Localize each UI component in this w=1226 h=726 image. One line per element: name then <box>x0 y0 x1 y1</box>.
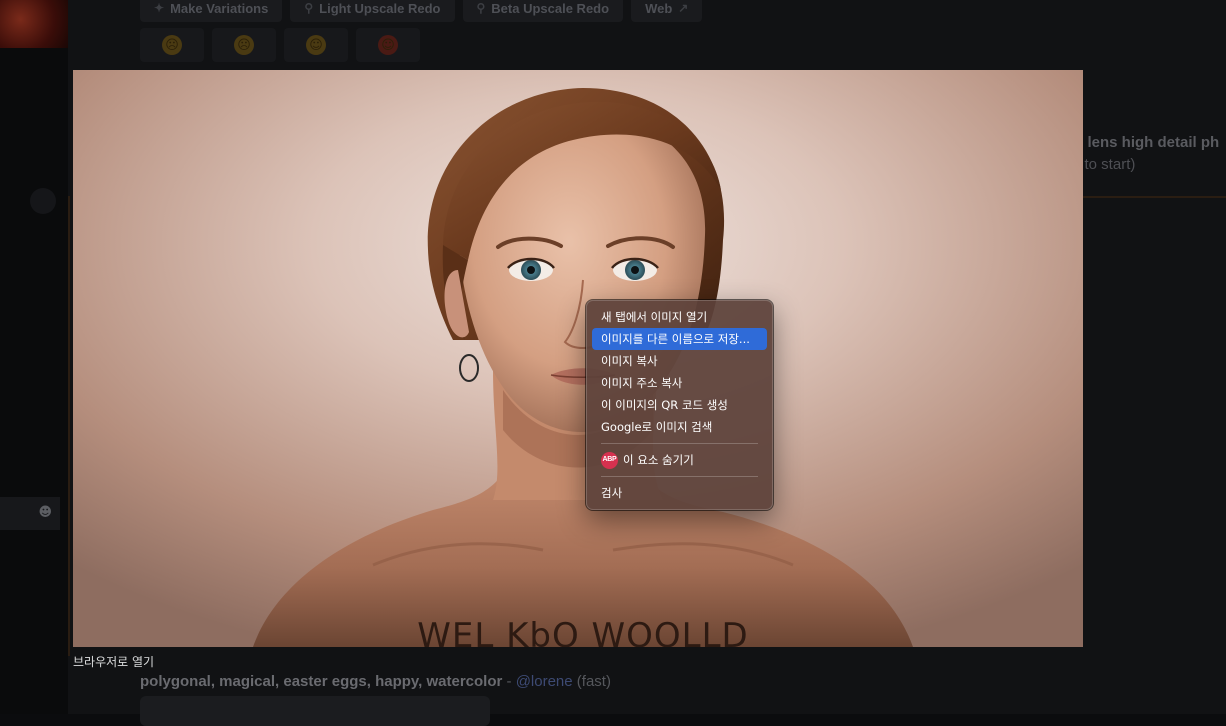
magnifier-icon: ⚲ <box>304 1 314 15</box>
reaction-button-smile[interactable]: ☺ <box>284 28 348 62</box>
menu-item-copy-image[interactable]: 이미지 복사 <box>592 350 767 372</box>
make-variations-label: Make Variations <box>170 0 269 16</box>
menu-item-search-google-image[interactable]: Google로 이미지 검색 <box>592 416 767 438</box>
neutral-face-icon: ☹ <box>234 35 254 55</box>
menu-item-open-image-new-tab[interactable]: 새 탭에서 이미지 열기 <box>592 306 767 328</box>
menu-item-hide-element[interactable]: ABP 이 요소 숨기기 <box>592 449 767 471</box>
reaction-button-love[interactable]: ☺ <box>356 28 420 62</box>
left-rail: ☻ <box>0 0 68 714</box>
web-label: Web <box>645 0 673 16</box>
prompt-separator: - <box>502 673 516 690</box>
menu-item-copy-image-address[interactable]: 이미지 주소 복사 <box>592 372 767 394</box>
light-upscale-redo-label: Light Upscale Redo <box>319 0 441 16</box>
reaction-button-row: ☹ ☹ ☺ ☺ <box>140 28 420 62</box>
context-menu: 새 탭에서 이미지 열기 이미지를 다른 이름으로 저장... 이미지 복사 이… <box>585 299 774 511</box>
user-mention-link[interactable]: @lorene <box>516 673 573 690</box>
message-prompt-line: polygonal, magical, easter eggs, happy, … <box>140 673 611 690</box>
external-link-icon: ↗ <box>678 1 689 15</box>
menu-item-inspect[interactable]: 검사 <box>592 482 767 504</box>
make-variations-button[interactable]: ✦ Make Variations <box>140 0 283 22</box>
heart-eyes-face-icon: ☺ <box>378 35 398 55</box>
divider-line <box>1083 196 1226 198</box>
frown-face-icon: ☹ <box>162 35 182 55</box>
menu-separator <box>601 443 758 444</box>
add-person-icon: ☻ <box>38 505 52 520</box>
web-button[interactable]: Web ↗ <box>631 0 703 22</box>
menu-item-label: 이 이미지의 QR 코드 생성 <box>601 398 728 412</box>
magic-wand-icon: ✦ <box>154 1 165 15</box>
portrait-image <box>73 70 1083 647</box>
beta-upscale-redo-label: Beta Upscale Redo <box>491 0 610 16</box>
beta-upscale-redo-button[interactable]: ⚲ Beta Upscale Redo <box>462 0 624 22</box>
smile-face-icon: ☺ <box>306 35 326 55</box>
adblock-plus-icon: ABP <box>601 451 618 469</box>
menu-item-label: 검사 <box>601 486 623 500</box>
rail-avatar <box>30 188 56 214</box>
partial-prompt-text: m lens high detail ph <box>1070 134 1220 151</box>
reaction-button-neutral[interactable]: ☹ <box>212 28 276 62</box>
menu-item-label: 이미지 복사 <box>601 354 658 368</box>
menu-item-save-image-as[interactable]: 이미지를 다른 이름으로 저장... <box>592 328 767 350</box>
rail-member-row: ☻ <box>0 497 60 530</box>
menu-item-label: 이 요소 숨기기 <box>623 453 694 467</box>
light-upscale-redo-button[interactable]: ⚲ Light Upscale Redo <box>290 0 455 22</box>
speed-tag: (fast) <box>572 673 611 690</box>
reaction-button-frown[interactable]: ☹ <box>140 28 204 62</box>
divider-line <box>68 196 70 656</box>
menu-item-label: Google로 이미지 검색 <box>601 420 713 434</box>
rail-thumbnail <box>0 0 68 48</box>
magnifier-icon: ⚲ <box>476 1 486 15</box>
menu-item-label: 이미지를 다른 이름으로 저장... <box>601 332 750 346</box>
action-button-row: ✦ Make Variations ⚲ Light Upscale Redo ⚲… <box>140 0 703 22</box>
embedded-image-text: WEL KbO WOOLLD <box>417 616 749 647</box>
open-in-browser-link[interactable]: 브라우저로 열기 <box>73 653 154 670</box>
message-attachment <box>140 696 490 726</box>
menu-item-label: 새 탭에서 이미지 열기 <box>601 310 708 324</box>
prompt-text: polygonal, magical, easter eggs, happy, … <box>140 673 503 690</box>
menu-separator <box>601 476 758 477</box>
image-preview[interactable]: WEL KbO WOOLLD <box>73 70 1083 647</box>
menu-item-label: 이미지 주소 복사 <box>601 376 683 390</box>
menu-item-create-qr-code[interactable]: 이 이미지의 QR 코드 생성 <box>592 394 767 416</box>
